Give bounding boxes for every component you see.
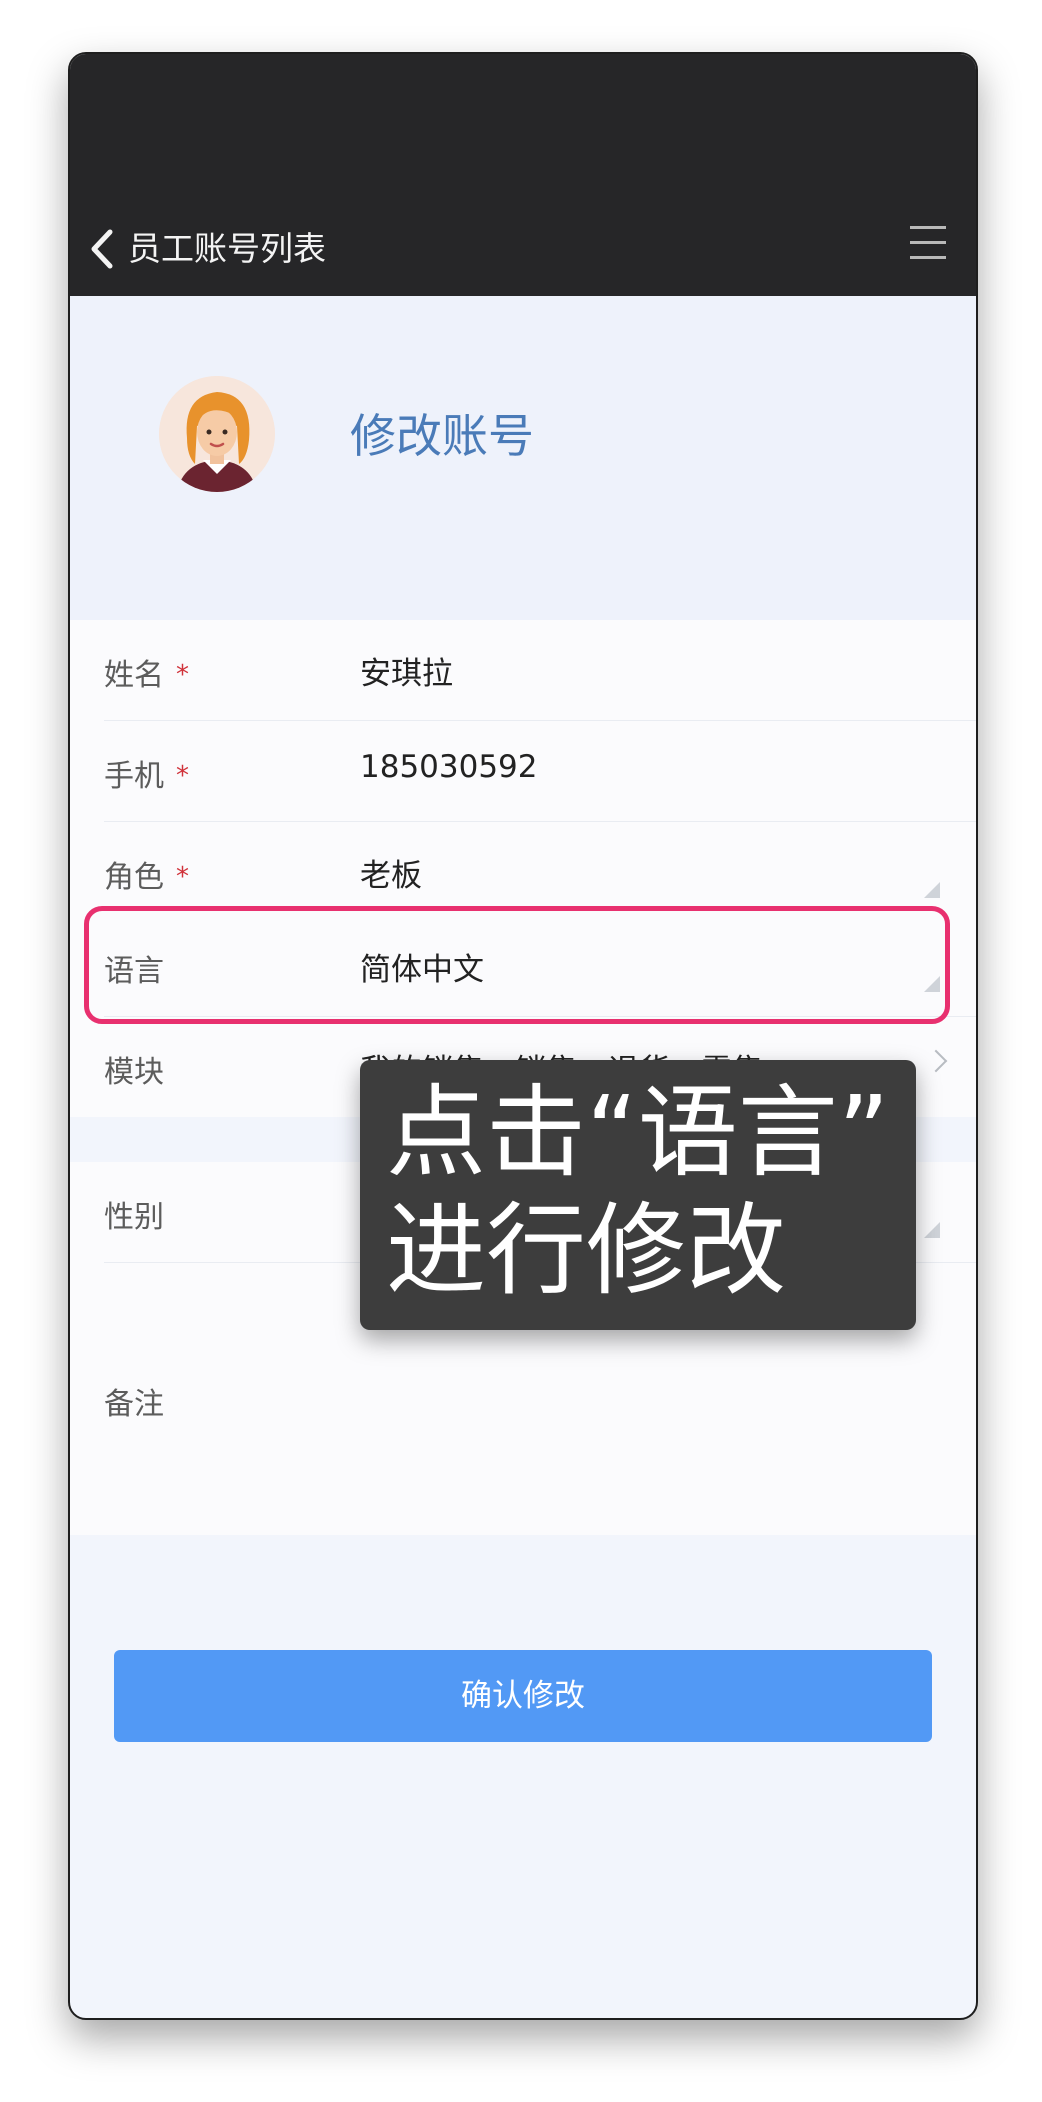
back-link[interactable]: 员工账号列表: [128, 222, 326, 270]
chevron-right-icon: [924, 1049, 948, 1073]
notes-label: 备注: [104, 1387, 164, 1422]
confirm-button[interactable]: 确认修改: [114, 1650, 932, 1742]
phone-frame: 员工账号列表 修改账号 姓名 * 安琪拉 手机 * 185030592 角色 *…: [68, 52, 978, 2020]
language-highlight-frame: [84, 906, 950, 1024]
name-label: 姓名 *: [104, 658, 189, 693]
gender-label: 性别: [104, 1200, 164, 1235]
dropdown-corner-icon: [924, 1222, 940, 1238]
phone-label: 手机 *: [104, 759, 189, 794]
tooltip-line-1: 点击“语言”: [386, 1074, 890, 1191]
phone-row[interactable]: 手机 * 185030592: [104, 721, 976, 822]
required-mark: *: [176, 660, 189, 690]
required-fields-group: 姓名 * 安琪拉 手机 * 185030592 角色 * 老板: [70, 620, 976, 922]
required-mark: *: [176, 862, 189, 892]
avatar: [159, 376, 275, 492]
back-arrow-icon[interactable]: [84, 224, 124, 274]
profile-header: 修改账号: [70, 296, 976, 620]
page-title: 修改账号: [350, 409, 534, 463]
role-select[interactable]: 老板: [360, 850, 422, 895]
instruction-tooltip: 点击“语言” 进行修改: [360, 1060, 916, 1330]
modules-label: 模块: [104, 1055, 164, 1090]
required-mark: *: [176, 761, 189, 791]
menu-icon[interactable]: [910, 226, 946, 266]
dropdown-corner-icon: [924, 882, 940, 898]
phone-field[interactable]: 185030592: [360, 749, 538, 785]
tooltip-line-2: 进行修改: [386, 1192, 786, 1309]
role-label: 角色 *: [104, 860, 189, 895]
navigation-bar: 员工账号列表: [70, 54, 976, 296]
name-row[interactable]: 姓名 * 安琪拉: [104, 620, 976, 721]
name-field[interactable]: 安琪拉: [360, 648, 453, 693]
